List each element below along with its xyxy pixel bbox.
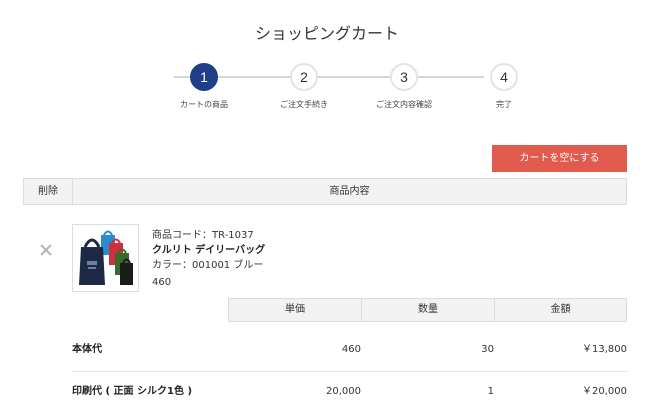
page-title: ショッピングカート: [254, 24, 399, 43]
step-1-number: 1: [190, 63, 218, 91]
product-price: 460: [152, 277, 172, 288]
step-1: 1 カートの商品: [154, 63, 254, 110]
step-3-label: ご注文内容確認: [376, 100, 432, 109]
cart-table-header: 削除 商品内容: [23, 178, 627, 205]
row-unit-price: 20,000: [326, 386, 361, 397]
step-4: 4 完了: [454, 63, 554, 110]
table-row: 本体代 460 30 ￥13,800: [72, 328, 627, 372]
checkout-stepper: 1 カートの商品 2 ご注文手続き 3 ご注文内容確認 4 完了: [154, 63, 518, 117]
header-amount: 金額: [550, 304, 571, 315]
product-color: カラー：001001 ブルー: [152, 260, 264, 271]
header-quantity: 数量: [362, 299, 495, 321]
step-2-label: ご注文手続き: [280, 100, 328, 109]
step-3-number: 3: [390, 63, 418, 91]
table-row: 印刷代 ( 正面 シルク1色 ) 20,000 1 ￥20,000: [72, 370, 627, 414]
empty-cart-button[interactable]: カートを空にする: [492, 145, 627, 172]
row-quantity: 1: [487, 386, 494, 397]
row-quantity: 30: [481, 344, 494, 355]
product-thumbnail[interactable]: [72, 224, 139, 292]
header-unit-price: 単価: [229, 299, 362, 321]
row-label: 印刷代 ( 正面 シルク1色 ): [72, 386, 193, 397]
product-code: 商品コード：TR-1037: [152, 230, 254, 241]
step-1-label: カートの商品: [180, 100, 228, 109]
step-4-label: 完了: [496, 100, 512, 109]
header-delete: 削除: [24, 179, 73, 204]
step-4-number: 4: [490, 63, 518, 91]
step-3: 3 ご注文内容確認: [354, 63, 454, 110]
remove-item-icon[interactable]: [38, 242, 54, 258]
row-amount: ￥13,800: [582, 344, 627, 355]
price-table-header: 単価 数量 金額: [228, 298, 627, 322]
product-info: 商品コード：TR-1037 クルリト デイリーバッグ カラー：001001 ブル…: [152, 228, 265, 290]
product-name[interactable]: クルリト デイリーバッグ: [152, 243, 265, 258]
header-content: 商品内容: [329, 186, 370, 197]
step-2: 2 ご注文手続き: [254, 63, 354, 110]
row-unit-price: 460: [341, 344, 361, 355]
step-2-number: 2: [290, 63, 318, 91]
row-amount: ￥20,000: [582, 386, 627, 397]
tote-bag-icon: [79, 230, 133, 285]
row-label: 本体代: [72, 344, 102, 355]
